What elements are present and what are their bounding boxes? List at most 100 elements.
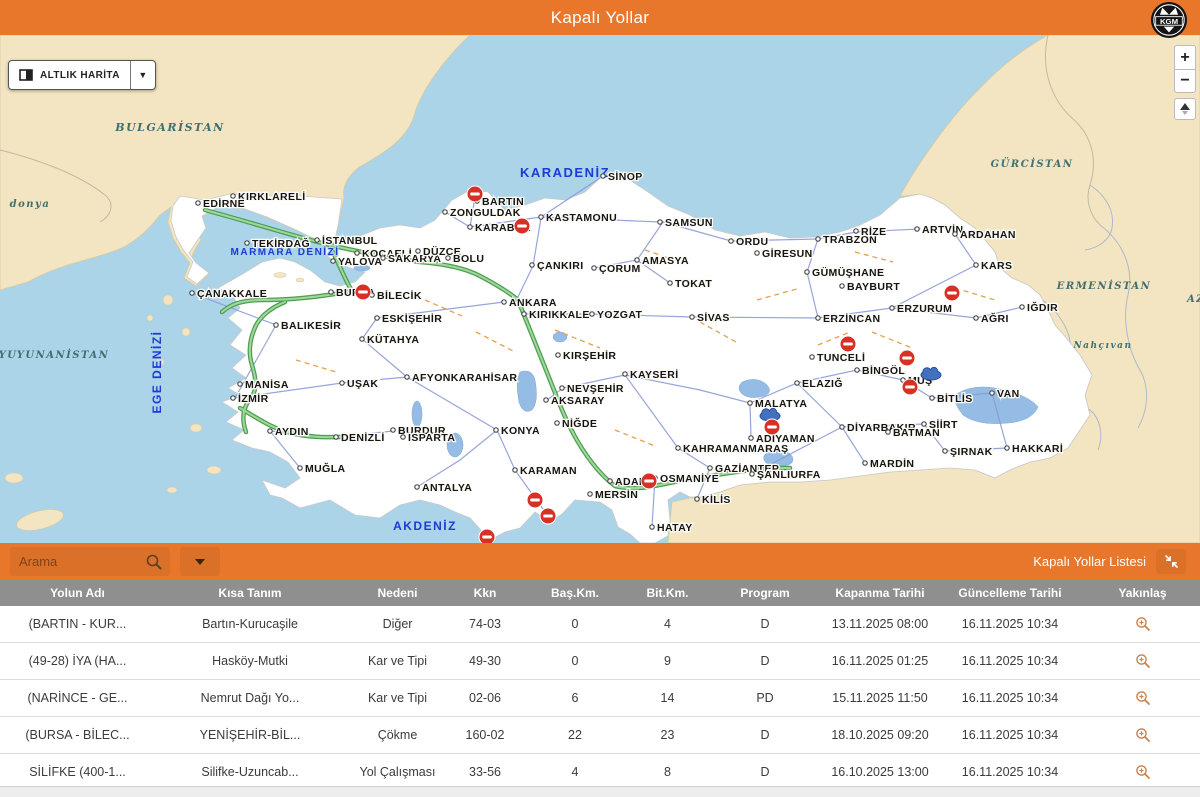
- chevron-down-icon: [195, 559, 205, 565]
- zoom-controls: + −: [1174, 45, 1196, 120]
- zoom-out-button[interactable]: −: [1174, 69, 1196, 93]
- cell-Kkn: 74-03: [450, 606, 520, 642]
- zoom-to-road-button[interactable]: [1085, 606, 1200, 642]
- basemap-icon: [19, 69, 33, 81]
- cell-Kısa Tanım: Hasköy-Mutki: [155, 643, 345, 679]
- city-marker-ŞANLIURFA: ŞANLIURFA: [750, 469, 821, 481]
- city-label: KIRŞEHİR: [563, 349, 616, 362]
- table-header-row: Yolun AdıKısa TanımNedeniKknBaş.Km.Bit.K…: [0, 580, 1200, 606]
- cell-Kkn: 02-06: [450, 680, 520, 716]
- map-canvas[interactable]: KARADENİZMARMARA DENİZİEGE DENİZİAKDENİZ…: [0, 35, 1200, 543]
- road-closed-icon[interactable]: [899, 350, 916, 367]
- city-marker-KONYA: KONYA: [494, 425, 540, 437]
- svg-text:KGM: KGM: [1160, 17, 1178, 26]
- road-closed-icon[interactable]: [902, 379, 919, 396]
- city-marker-ELAZIĞ: ELAZIĞ: [795, 377, 843, 390]
- city-marker-BİLECİK: BİLECİK: [370, 289, 422, 302]
- city-marker-NİĞDE: NİĞDE: [555, 417, 597, 430]
- collapse-list-button[interactable]: [1156, 549, 1186, 574]
- city-label: KASTAMONU: [546, 212, 617, 224]
- city-label: AĞRI: [981, 312, 1009, 325]
- road-closed-icon[interactable]: [944, 285, 961, 302]
- city-marker-TOKAT: TOKAT: [668, 278, 713, 290]
- cell-Kısa Tanım: Silifke-Uzuncab...: [155, 754, 345, 790]
- road-closed-icon[interactable]: [527, 492, 544, 509]
- cell-Program: D: [705, 606, 825, 642]
- zoom-to-road-icon[interactable]: [1135, 616, 1151, 632]
- city-label: GÜMÜŞHANE: [812, 266, 884, 279]
- city-marker-ŞIRNAK: ŞIRNAK: [943, 446, 993, 458]
- city-label: ŞANLIURFA: [757, 469, 821, 481]
- cell-Program: D: [705, 717, 825, 753]
- road-closed-icon[interactable]: [514, 218, 531, 235]
- zoom-to-road-icon[interactable]: [1135, 764, 1151, 780]
- basemap-button[interactable]: ALTLIK HARİTA ▼: [8, 60, 156, 90]
- basemap-dropdown-caret[interactable]: ▼: [130, 61, 155, 89]
- table-row[interactable]: (49-28) İYA (HA...Hasköy-MutkiKar ve Tip…: [0, 643, 1200, 680]
- cell-Kısa Tanım: Bartın-Kurucaşile: [155, 606, 345, 642]
- zoom-to-road-button[interactable]: [1085, 643, 1200, 679]
- road-closed-icon[interactable]: [540, 508, 557, 525]
- city-label: NEVŞEHİR: [567, 382, 624, 395]
- city-marker-BALIKESİR: BALIKESİR: [274, 319, 341, 332]
- road-closed-icon[interactable]: [840, 336, 857, 353]
- road-closed-icon[interactable]: [641, 473, 658, 490]
- zoom-to-road-button[interactable]: [1085, 680, 1200, 716]
- city-label: ANKARA: [509, 297, 557, 309]
- city-label: ÇANAKKALE: [197, 288, 267, 300]
- basemap-button-label: ALTLIK HARİTA: [40, 70, 120, 81]
- city-label: ERZİNCAN: [823, 312, 880, 325]
- city-marker-KAYSERİ: KAYSERİ: [623, 368, 679, 381]
- road-closed-icon[interactable]: [355, 284, 372, 301]
- zoom-slider-button[interactable]: [1174, 98, 1196, 120]
- city-marker-EDİRNE: EDİRNE: [196, 197, 245, 210]
- city-marker-GÜMÜŞHANE: GÜMÜŞHANE: [805, 266, 885, 279]
- city-marker-KASTAMONU: KASTAMONU: [539, 212, 617, 224]
- zoom-to-road-icon[interactable]: [1135, 653, 1151, 669]
- table-scroll-strip[interactable]: [0, 786, 1200, 797]
- city-label: BALIKESİR: [281, 319, 341, 332]
- city-marker-ZONGULDAK: ZONGULDAK: [443, 207, 521, 219]
- road-closed-icon[interactable]: [764, 419, 781, 436]
- road-closed-icon[interactable]: [467, 186, 484, 203]
- zoom-to-road-button[interactable]: [1085, 754, 1200, 790]
- kgm-logo-icon: KGM: [1150, 1, 1188, 39]
- table-row[interactable]: (NARİNCE - GE...Nemrut Dağı Yo...Kar ve …: [0, 680, 1200, 717]
- city-label: KARAMAN: [520, 465, 577, 477]
- cell-Bit.Km.: 23: [630, 717, 705, 753]
- cell-Kısa Tanım: YENİŞEHİR-BİL...: [155, 717, 345, 753]
- search-input[interactable]: [10, 547, 170, 576]
- city-marker-HATAY: HATAY: [650, 522, 693, 534]
- city-marker-GİRESUN: GİRESUN: [755, 247, 813, 260]
- column-header-6: Bit.Km.: [630, 580, 705, 606]
- zoom-to-road-icon[interactable]: [1135, 727, 1151, 743]
- city-label: IĞDIR: [1027, 301, 1058, 314]
- city-label: KIRIKKALE: [529, 309, 590, 321]
- city-marker-MALATYA: MALATYA: [748, 398, 808, 410]
- city-marker-DENİZLİ: DENİZLİ: [334, 431, 385, 444]
- city-label: DENİZLİ: [341, 431, 385, 444]
- table-row[interactable]: (BARTIN - KUR...Bartın-KurucaşileDiğer74…: [0, 606, 1200, 643]
- city-marker-ANKARA: ANKARA: [502, 297, 557, 309]
- column-header-1: Yolun Adı: [0, 580, 155, 606]
- zoom-to-road-icon[interactable]: [1135, 690, 1151, 706]
- city-label: ÇORUM: [599, 263, 641, 275]
- city-label: SİVAS: [697, 311, 730, 324]
- city-marker-AKSARAY: AKSARAY: [544, 395, 605, 407]
- cell-Kapanma Tarihi: 15.11.2025 11:50: [825, 680, 935, 716]
- cell-Bit.Km.: 8: [630, 754, 705, 790]
- table-row[interactable]: (BURSA - BİLEC...YENİŞEHİR-BİL...Çökme16…: [0, 717, 1200, 754]
- city-label: AMASYA: [642, 255, 689, 267]
- zoom-to-road-button[interactable]: [1085, 717, 1200, 753]
- cell-Kkn: 49-30: [450, 643, 520, 679]
- zoom-in-button[interactable]: +: [1174, 45, 1196, 69]
- city-label: KAYSERİ: [630, 368, 679, 381]
- city-label: İZMİR: [238, 392, 269, 405]
- city-marker-AFYONKARAHİSAR: AFYONKARAHİSAR: [405, 371, 518, 384]
- city-marker-AMASYA: AMASYA: [635, 255, 689, 267]
- city-marker-MANİSA: MANİSA: [238, 378, 289, 391]
- city-label: MARDİN: [870, 457, 914, 470]
- search-filter-dropdown[interactable]: [180, 547, 220, 576]
- cell-Nedeni: Çökme: [345, 717, 450, 753]
- country-label: donya: [10, 199, 51, 210]
